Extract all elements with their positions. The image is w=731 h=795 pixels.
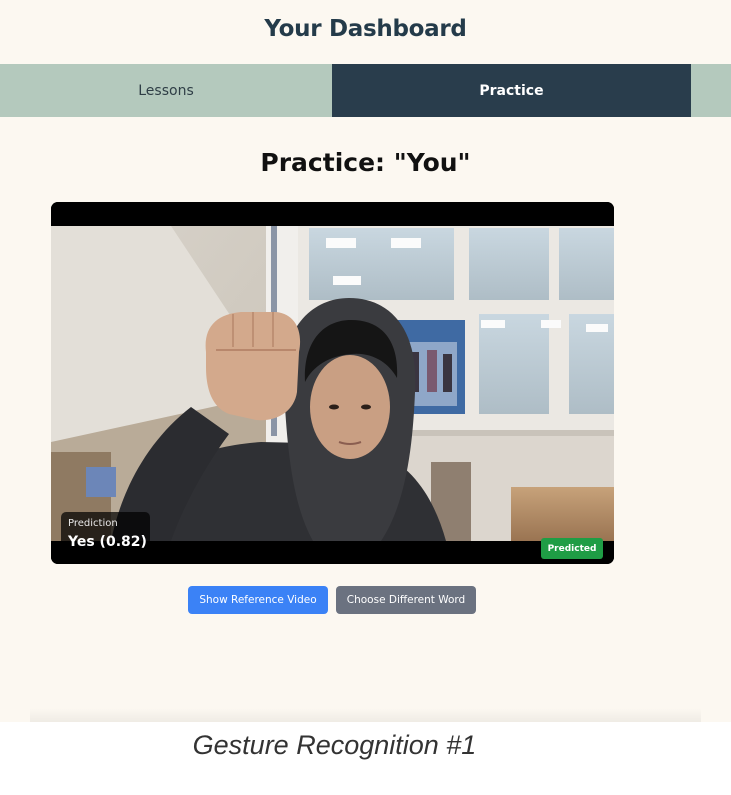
- tab-practice[interactable]: Practice: [332, 64, 691, 117]
- practice-heading: Practice: "You": [260, 148, 471, 177]
- webcam-frame-image: [51, 202, 614, 564]
- figure-caption: Gesture Recognition #1: [192, 730, 477, 760]
- dashboard-app: Your Dashboard Lessons Practice Practice…: [0, 0, 731, 722]
- tab-lessons[interactable]: Lessons: [0, 64, 332, 117]
- show-reference-video-button[interactable]: Show Reference Video: [188, 586, 328, 614]
- webcam-video: [51, 202, 614, 564]
- prediction-label: Prediction: [68, 518, 118, 529]
- prediction-value: Yes (0.82): [68, 534, 147, 550]
- tab-bar: Lessons Practice: [0, 64, 731, 117]
- predicted-status-badge: Predicted: [541, 538, 603, 559]
- choose-different-word-button[interactable]: Choose Different Word: [336, 586, 476, 614]
- page-title: Your Dashboard: [264, 16, 467, 42]
